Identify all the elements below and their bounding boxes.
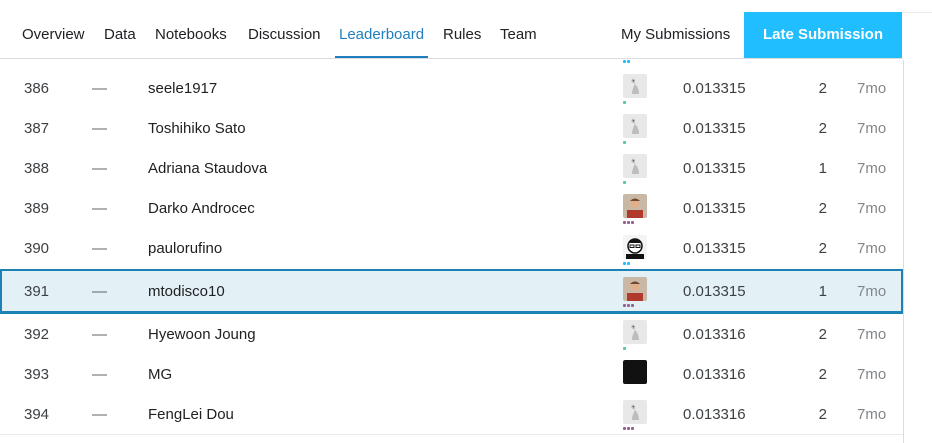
rank-cell: 388 bbox=[24, 159, 50, 177]
rank-change-cell: — bbox=[92, 159, 107, 177]
team-name[interactable]: FengLei Dou bbox=[148, 394, 234, 434]
cartoon-avatar-icon[interactable] bbox=[623, 235, 647, 259]
goose-avatar-icon[interactable] bbox=[623, 400, 647, 424]
score-cell: 0.013315 bbox=[683, 282, 746, 300]
competition-nav: Overview Data Notebooks Discussion Leade… bbox=[0, 12, 903, 59]
rank-change-cell: — bbox=[92, 365, 107, 383]
entries-cell: 2 bbox=[818, 240, 827, 257]
entries-cell: 2 bbox=[818, 199, 827, 217]
dark-avatar-icon[interactable] bbox=[623, 360, 647, 384]
goose-avatar-icon[interactable] bbox=[623, 74, 647, 98]
last-submission-cell: 7mo bbox=[857, 119, 887, 137]
last-submission-cell: 7mo bbox=[857, 405, 887, 423]
last-submission-cell: 7mo bbox=[857, 199, 887, 217]
score-cell: 0.013315 bbox=[683, 159, 746, 177]
rank-cell: 390 bbox=[24, 240, 50, 257]
last-submission-cell: 7mo bbox=[857, 240, 887, 257]
tab-overview[interactable]: Overview bbox=[22, 12, 85, 58]
team-name[interactable]: paulorufino bbox=[148, 228, 222, 269]
rank-cell: 393 bbox=[24, 365, 50, 383]
rank-cell: 386 bbox=[24, 79, 50, 97]
rank-change-cell: — bbox=[92, 325, 107, 343]
table-row[interactable]: 389 — Darko Androcec 0.013315 2 7mo bbox=[0, 188, 903, 229]
tab-team[interactable]: Team bbox=[500, 12, 537, 58]
tier-indicator bbox=[623, 141, 626, 144]
score-cell: 0.013316 bbox=[683, 365, 746, 383]
table-row[interactable]: 390 — paulorufino 0.013315 2 7mo bbox=[0, 228, 903, 270]
entries-cell: 2 bbox=[818, 365, 827, 383]
rank-change-cell: — bbox=[92, 405, 107, 423]
team-name[interactable]: Hyewoon Joung bbox=[148, 314, 256, 354]
goose-avatar-icon[interactable] bbox=[623, 320, 647, 344]
tab-data[interactable]: Data bbox=[104, 12, 136, 58]
team-name[interactable]: Adriana Staudova bbox=[148, 148, 267, 188]
my-submissions-link[interactable]: My Submissions bbox=[621, 12, 730, 58]
rank-change-cell: — bbox=[92, 240, 107, 257]
late-submission-button[interactable]: Late Submission bbox=[744, 12, 902, 58]
tab-rules[interactable]: Rules bbox=[443, 12, 481, 58]
tier-indicator bbox=[623, 101, 626, 104]
rank-cell: 392 bbox=[24, 325, 50, 343]
tier-indicator bbox=[623, 60, 630, 63]
score-cell: 0.013315 bbox=[683, 199, 746, 217]
tier-indicator bbox=[623, 304, 634, 307]
tab-notebooks[interactable]: Notebooks bbox=[155, 12, 227, 58]
tier-indicator bbox=[623, 181, 626, 184]
my-team-row[interactable]: 391 — mtodisco10 0.013315 1 7mo bbox=[0, 269, 903, 315]
score-cell: 0.013315 bbox=[683, 119, 746, 137]
photo-avatar-icon[interactable] bbox=[623, 277, 647, 301]
tier-indicator bbox=[623, 262, 630, 265]
rank-change-cell: — bbox=[92, 79, 107, 97]
rank-change-cell: — bbox=[92, 282, 107, 300]
entries-cell: 1 bbox=[818, 159, 827, 177]
table-row[interactable]: 386 — seele1917 0.013315 2 7mo bbox=[0, 68, 903, 109]
team-name[interactable]: MG bbox=[148, 354, 172, 394]
entries-cell: 2 bbox=[818, 325, 827, 343]
table-row[interactable]: 387 — Toshihiko Sato 0.013315 2 7mo bbox=[0, 108, 903, 149]
photo-avatar-icon[interactable] bbox=[623, 194, 647, 218]
tier-indicator bbox=[623, 347, 626, 350]
table-row[interactable]: 388 — Adriana Staudova 0.013315 1 7mo bbox=[0, 148, 903, 189]
team-name[interactable]: Darko Androcec bbox=[148, 188, 255, 228]
table-row[interactable]: 392 — Hyewoon Joung 0.013316 2 7mo bbox=[0, 314, 903, 355]
rank-change-cell: — bbox=[92, 119, 107, 137]
last-submission-cell: 7mo bbox=[857, 159, 887, 177]
score-cell: 0.013316 bbox=[683, 325, 746, 343]
last-submission-cell: 7mo bbox=[857, 79, 887, 97]
rank-cell: 391 bbox=[24, 282, 50, 300]
team-name[interactable]: mtodisco10 bbox=[148, 271, 225, 311]
last-submission-cell: 7mo bbox=[857, 365, 887, 383]
table-row[interactable]: 394 — FengLei Dou 0.013316 2 7mo bbox=[0, 394, 903, 435]
entries-cell: 2 bbox=[818, 79, 827, 97]
last-submission-cell: 7mo bbox=[857, 282, 887, 300]
rank-change-cell: — bbox=[92, 199, 107, 217]
rank-cell: 394 bbox=[24, 405, 50, 423]
entries-cell: 1 bbox=[818, 282, 827, 300]
rank-cell: 389 bbox=[24, 199, 50, 217]
tier-indicator bbox=[623, 427, 634, 430]
team-name[interactable]: seele1917 bbox=[148, 68, 217, 108]
leaderboard-table: 386 — seele1917 0.013315 2 7mo 387 — Toshihiko S… bbox=[0, 60, 904, 443]
goose-avatar-icon[interactable] bbox=[623, 114, 647, 138]
table-row[interactable]: 393 — MG 0.013316 2 7mo bbox=[0, 354, 903, 395]
entries-cell: 2 bbox=[818, 405, 827, 423]
entries-cell: 2 bbox=[818, 119, 827, 137]
tab-discussion[interactable]: Discussion bbox=[248, 12, 321, 58]
rank-cell: 387 bbox=[24, 119, 50, 137]
score-cell: 0.013315 bbox=[683, 240, 746, 257]
goose-avatar-icon[interactable] bbox=[623, 154, 647, 178]
score-cell: 0.013315 bbox=[683, 79, 746, 97]
tab-leaderboard[interactable]: Leaderboard bbox=[334, 12, 429, 58]
score-cell: 0.013316 bbox=[683, 405, 746, 423]
team-name[interactable]: Toshihiko Sato bbox=[148, 108, 246, 148]
tier-indicator bbox=[623, 221, 634, 224]
last-submission-cell: 7mo bbox=[857, 325, 887, 343]
